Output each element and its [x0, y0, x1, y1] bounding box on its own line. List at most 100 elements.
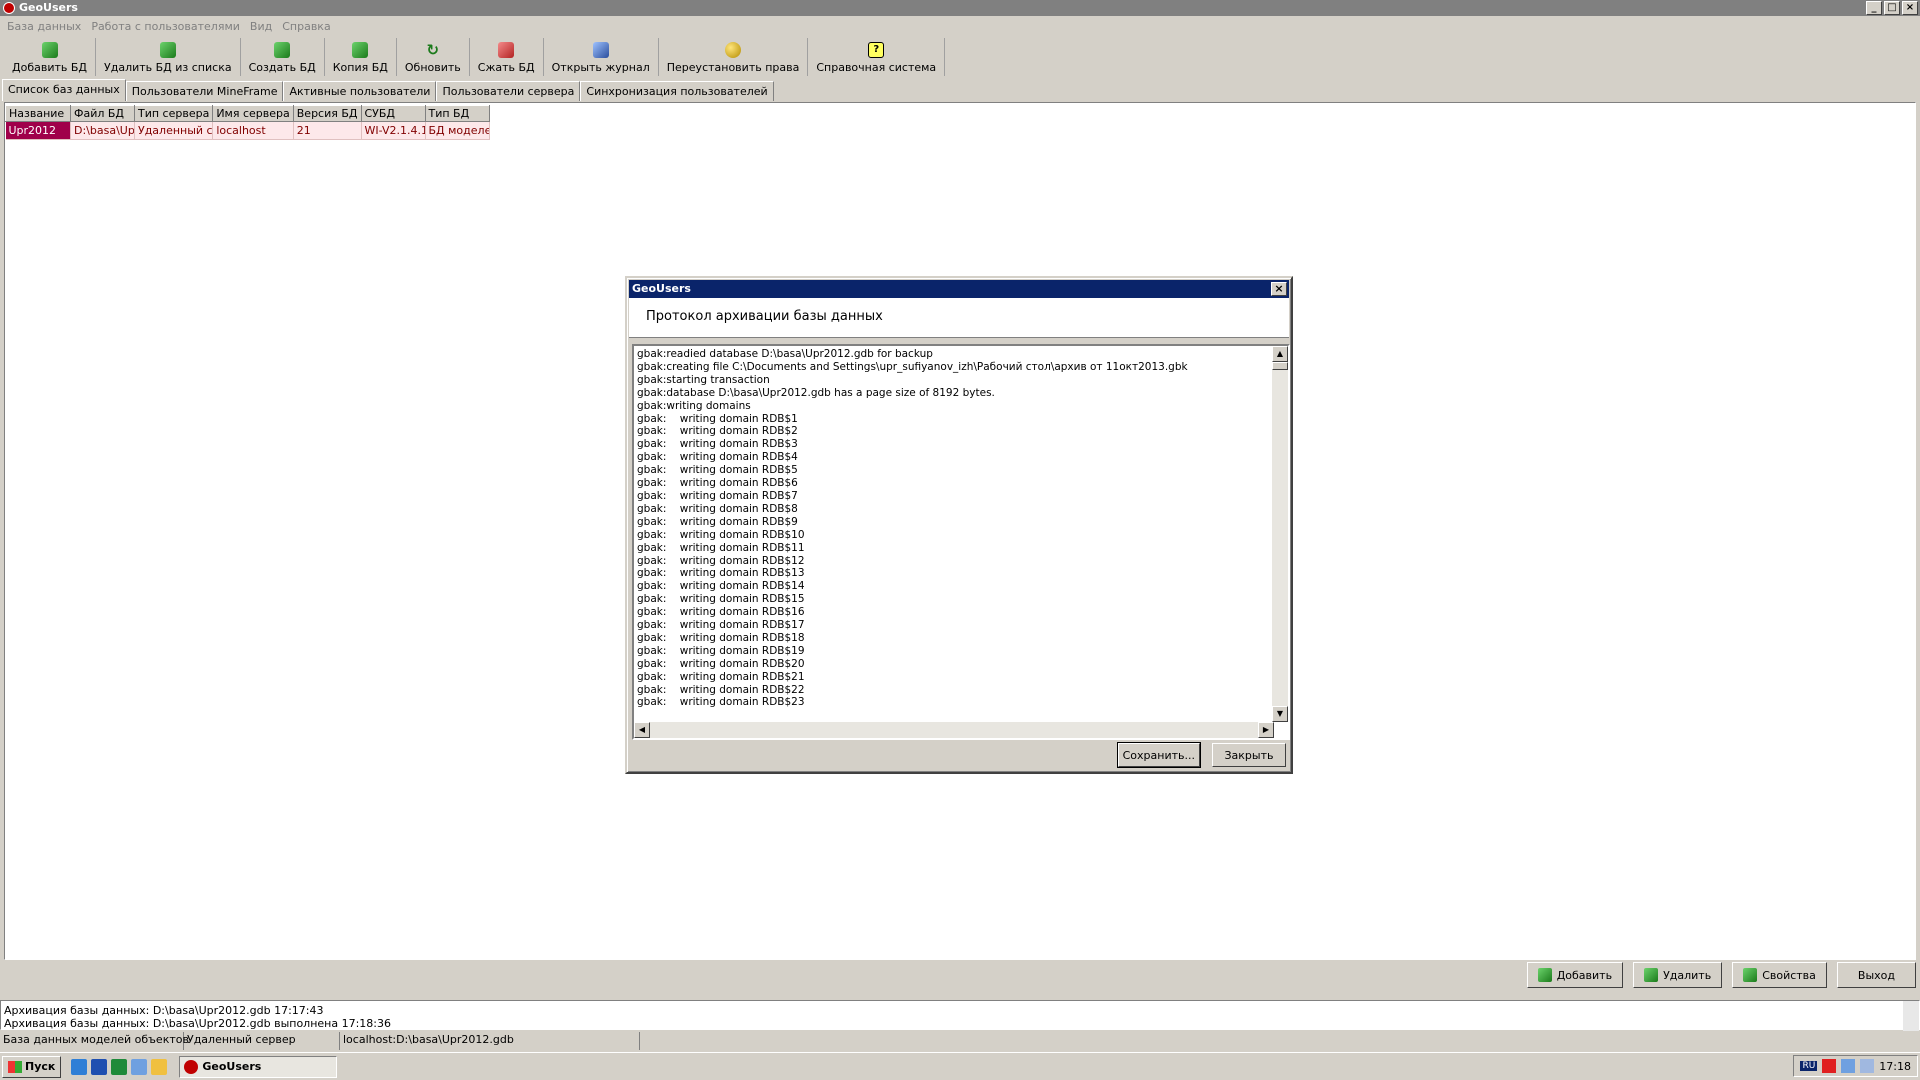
log-line: gbak: writing domain RDB$22	[637, 683, 805, 696]
add-database-icon	[41, 42, 58, 58]
app-icon	[3, 2, 15, 14]
log-line: gbak: writing domain RDB$14	[637, 580, 805, 593]
col-db-version[interactable]: Версия БД	[292, 105, 362, 122]
dialog-title: GeoUsers	[632, 282, 691, 295]
create-db-button[interactable]: Создать БД	[241, 38, 325, 76]
menu-bar: База данных Работа с пользователями Вид …	[0, 17, 1920, 37]
exit-button[interactable]: Выход	[1836, 962, 1916, 988]
log-line: gbak: writing domain RDB$15	[637, 593, 805, 606]
open-journal-button[interactable]: Открыть журнал	[544, 38, 659, 76]
close-button[interactable]: Закрыть	[1212, 743, 1286, 767]
cell-file[interactable]: D:\basa\Upr2012.gdb	[70, 121, 135, 140]
monitor-icon[interactable]	[1860, 1059, 1875, 1073]
maximize-button[interactable]: □	[1884, 1, 1900, 15]
minimize-button[interactable]: _	[1866, 1, 1882, 15]
log-line: gbak: writing domain RDB$12	[637, 554, 805, 567]
outlook-icon[interactable]	[131, 1058, 148, 1075]
add-button[interactable]: Добавить	[1526, 962, 1624, 988]
scroll-thumb[interactable]	[1272, 362, 1288, 370]
network-icon[interactable]	[1841, 1059, 1856, 1073]
add-icon	[1537, 968, 1552, 982]
cell-name[interactable]: Upr2012	[5, 121, 71, 140]
delete-button[interactable]: Удалить	[1633, 962, 1723, 988]
col-server-name[interactable]: Имя сервера	[212, 105, 294, 122]
log-line: gbak: writing domain RDB$8	[637, 502, 798, 515]
compress-db-button[interactable]: Сжать БД	[470, 38, 544, 76]
help-system-button[interactable]: ? Справочная система	[808, 38, 946, 76]
horizontal-scrollbar[interactable]: ◀ ▶	[634, 722, 1274, 738]
log-line: gbak: writing domain RDB$9	[637, 515, 798, 528]
scroll-left-icon[interactable]: ◀	[634, 722, 650, 738]
language-indicator[interactable]: RU	[1800, 1061, 1818, 1071]
vertical-scrollbar[interactable]: ▲ ▼	[1272, 346, 1288, 722]
copy-db-label: Копия БД	[332, 61, 388, 74]
log-line: gbak: writing domain RDB$18	[637, 631, 805, 644]
log-line: gbak: writing domain RDB$4	[637, 451, 798, 464]
reset-rights-button[interactable]: Переустановить права	[659, 38, 809, 76]
dialog-title-bar: GeoUsers ×	[629, 280, 1289, 298]
cell-db-version[interactable]: 21	[293, 121, 362, 140]
scroll-up-icon[interactable]: ▲	[1272, 346, 1288, 362]
delete-label: Удалить	[1663, 968, 1712, 982]
log-line: Архивация базы данных: D:\basa\Upr2012.g…	[4, 1017, 392, 1030]
word-icon[interactable]	[91, 1058, 108, 1075]
key-icon	[725, 42, 742, 58]
delete-icon	[1644, 968, 1659, 982]
close-window-button[interactable]: ×	[1902, 1, 1918, 15]
col-file[interactable]: Файл БД	[70, 105, 135, 122]
log-scrollbar[interactable]	[1903, 1001, 1919, 1031]
tab-sync-users[interactable]: Синхронизация пользователей	[580, 81, 774, 101]
log-line: gbak: writing domain RDB$11	[637, 541, 805, 554]
toolbar: Добавить БД Удалить БД из списка Создать…	[4, 38, 946, 76]
remove-db-label: Удалить БД из списка	[104, 61, 232, 74]
exit-label: Выход	[1857, 968, 1895, 982]
scroll-down-icon[interactable]: ▼	[1272, 706, 1288, 722]
save-button[interactable]: Сохранить...	[1116, 742, 1202, 768]
antivirus-icon[interactable]	[1822, 1059, 1837, 1073]
status-connection: localhost:D:\basa\Upr2012.gdb	[340, 1032, 640, 1050]
menu-users[interactable]: Работа с пользователями	[86, 17, 245, 37]
log-line: gbak: writing domain RDB$19	[637, 644, 805, 657]
refresh-button[interactable]: ↻ Обновить	[397, 38, 470, 76]
start-button[interactable]: Пуск	[2, 1055, 62, 1078]
windows-flag-icon	[8, 1060, 22, 1073]
taskbar-app-geousers[interactable]: GeoUsers	[179, 1055, 338, 1078]
col-name[interactable]: Название	[5, 105, 71, 122]
remove-db-button[interactable]: Удалить БД из списка	[96, 38, 241, 76]
taskbar-app-label: GeoUsers	[202, 1060, 262, 1073]
menu-help[interactable]: Справка	[277, 17, 335, 37]
tab-active-users[interactable]: Активные пользователи	[283, 81, 437, 101]
cell-server-type[interactable]: Удаленный сервер	[134, 121, 214, 140]
create-db-label: Создать БД	[248, 61, 316, 74]
excel-icon[interactable]	[111, 1058, 128, 1075]
archive-log-text[interactable]: gbak:readied database D:\basa\Upr2012.gd…	[632, 344, 1290, 740]
dialog-heading: Протокол архивации базы данных	[646, 309, 883, 324]
col-dbms[interactable]: СУБД	[360, 105, 426, 122]
clock-app-icon[interactable]	[151, 1058, 168, 1075]
col-server-type[interactable]: Тип сервера	[133, 105, 214, 122]
log-line: gbak:database D:\basa\Upr2012.gdb has a …	[637, 386, 995, 399]
tab-server-users[interactable]: Пользователи сервера	[436, 81, 581, 101]
dialog-buttons: Сохранить... Закрыть	[1116, 742, 1286, 768]
properties-button[interactable]: Свойства	[1732, 962, 1827, 988]
dialog-close-button[interactable]: ×	[1271, 282, 1287, 296]
cell-db-type[interactable]: БД моделей объектов	[425, 121, 490, 140]
scroll-right-icon[interactable]: ▶	[1258, 722, 1274, 738]
tab-strip: Список баз данных Пользователи MineFrame…	[2, 79, 774, 101]
copy-db-button[interactable]: Копия БД	[325, 38, 397, 76]
ie-icon[interactable]	[71, 1058, 88, 1075]
menu-view[interactable]: Вид	[245, 17, 277, 37]
menu-database[interactable]: База данных	[2, 17, 86, 37]
col-db-type[interactable]: Тип БД	[424, 105, 490, 122]
add-db-button[interactable]: Добавить БД	[4, 38, 97, 76]
tab-mineframe-users[interactable]: Пользователи MineFrame	[125, 81, 284, 101]
tab-database-list[interactable]: Список баз данных	[2, 79, 126, 101]
table-row[interactable]: Upr2012 D:\basa\Upr2012.gdb Удаленный се…	[5, 121, 490, 140]
reset-rights-label: Переустановить права	[666, 61, 800, 74]
action-bar: Добавить Удалить Свойства Выход	[1526, 962, 1916, 990]
cell-dbms[interactable]: WI-V2.1.4.18393	[361, 121, 426, 140]
compress-database-icon	[498, 42, 515, 58]
log-lines: gbak:readied database D:\basa\Upr2012.gd…	[637, 348, 1188, 709]
cell-server-name[interactable]: localhost	[212, 121, 294, 140]
status-server-type: Удаленный сервер	[184, 1032, 340, 1050]
